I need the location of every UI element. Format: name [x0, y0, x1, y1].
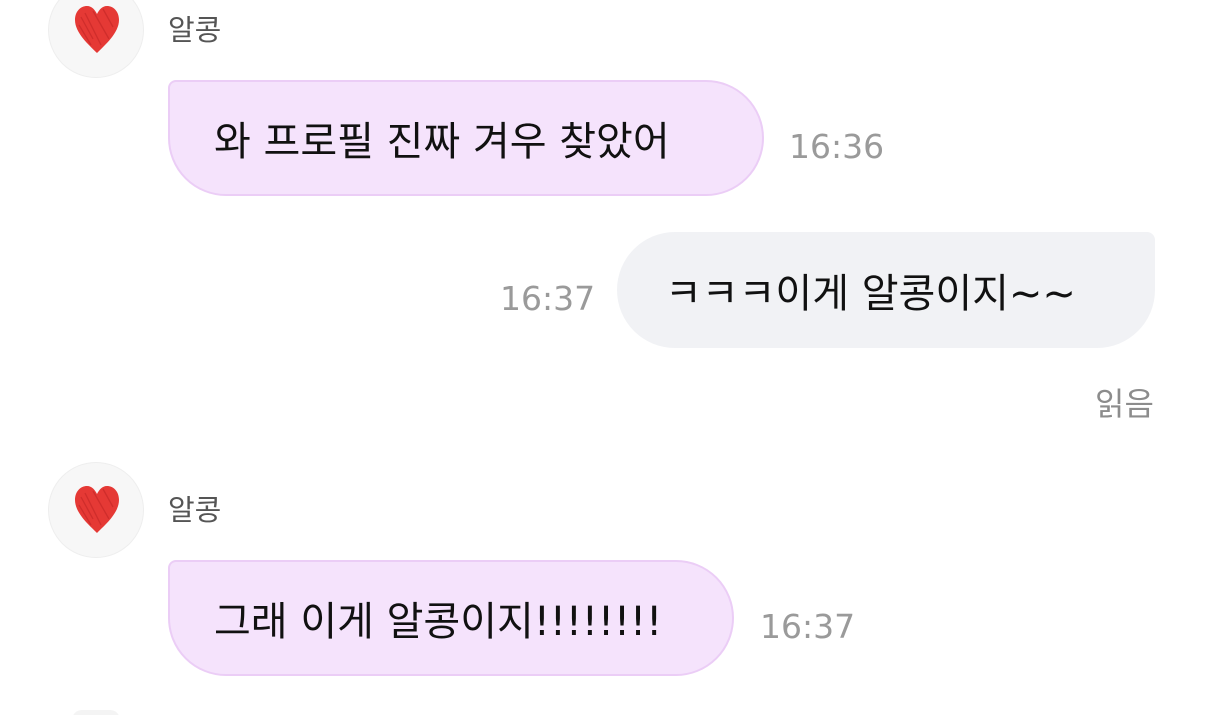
message-text: 그래 이게 알콩이지!!!!!!!!: [214, 599, 663, 645]
read-status: 읽음: [1095, 385, 1154, 423]
avatar[interactable]: [48, 0, 144, 78]
avatar[interactable]: [48, 462, 144, 558]
message-bubble[interactable]: 그래 이게 알콩이지!!!!!!!!: [168, 560, 734, 676]
message-bubble[interactable]: ㅋㅋㅋ이게 알콩이지~~: [617, 232, 1155, 348]
message-timestamp: 16:37: [760, 607, 856, 646]
message-bubble[interactable]: 와 프로필 진짜 겨우 찾았어: [168, 80, 764, 196]
message-text: 와 프로필 진짜 겨우 찾았어: [214, 119, 670, 165]
sender-name: 알콩: [168, 493, 222, 527]
message-timestamp: 16:37: [500, 279, 596, 318]
chat-thread: 알콩 와 프로필 진짜 겨우 찾았어 16:36 16:37 ㅋㅋㅋ이게 알콩이…: [0, 0, 1206, 715]
message-timestamp: 16:36: [789, 127, 885, 166]
message-text: ㅋㅋㅋ이게 알콩이지~~: [665, 271, 1076, 317]
avatar[interactable]: [72, 710, 120, 715]
red-heart-icon: [75, 6, 119, 53]
red-heart-icon: [75, 486, 119, 533]
sender-name: 알콩: [168, 13, 222, 47]
